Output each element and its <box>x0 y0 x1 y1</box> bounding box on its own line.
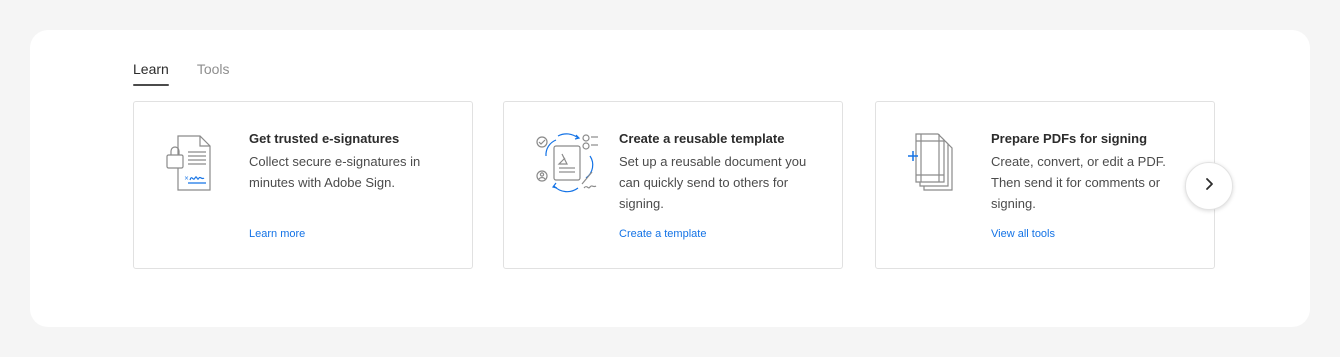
card-reusable-template[interactable]: Create a reusable template Set up a reus… <box>503 101 843 269</box>
tab-tools[interactable]: Tools <box>197 60 230 86</box>
card-title: Prepare PDFs for signing <box>991 131 1148 146</box>
learn-more-link[interactable]: Learn more <box>249 228 305 240</box>
chevron-right-icon <box>1202 177 1216 196</box>
learn-tools-panel: Learn Tools × Get trusted e-signatures C… <box>30 30 1310 327</box>
card-text: Prepare PDFs for signing Create, convert… <box>991 130 1191 214</box>
card-e-signatures[interactable]: × Get trusted e-signatures Collect secur… <box>133 101 473 269</box>
card-description: Create, convert, or edit a PDF. Then sen… <box>991 154 1166 211</box>
card-prepare-pdfs[interactable]: Prepare PDFs for signing Create, convert… <box>875 101 1215 269</box>
carousel-next-button[interactable] <box>1185 162 1233 210</box>
tab-bar: Learn Tools <box>133 60 230 86</box>
card-text: Get trusted e-signatures Collect secure … <box>249 130 449 193</box>
tab-learn[interactable]: Learn <box>133 60 169 86</box>
e-signature-document-icon: × <box>162 130 234 198</box>
card-description: Collect secure e-signatures in minutes w… <box>249 154 421 190</box>
reusable-template-icon <box>532 130 604 198</box>
card-text: Create a reusable template Set up a reus… <box>619 130 819 214</box>
svg-text:×: × <box>184 175 189 182</box>
card-description: Set up a reusable document you can quick… <box>619 154 807 211</box>
card-title: Get trusted e-signatures <box>249 131 400 146</box>
create-template-link[interactable]: Create a template <box>619 228 706 240</box>
card-title: Create a reusable template <box>619 131 785 146</box>
prepare-pdf-pages-icon <box>904 130 976 198</box>
view-all-tools-link[interactable]: View all tools <box>991 228 1055 240</box>
